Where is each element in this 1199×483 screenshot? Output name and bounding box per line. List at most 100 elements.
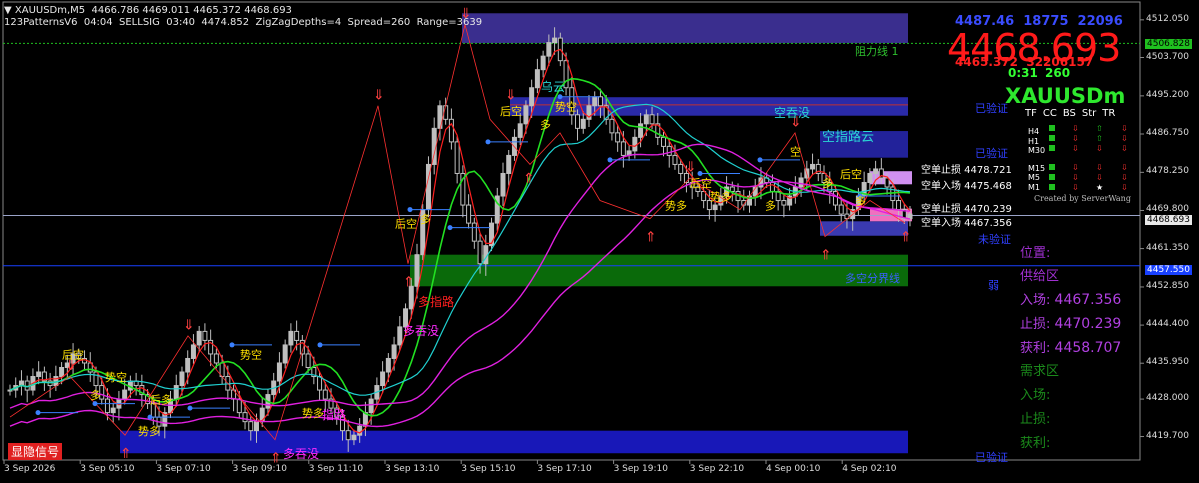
tf-status-arrow-icon: ⇩ xyxy=(1072,124,1079,133)
time-tick-label: 3 Sep 05:10 xyxy=(80,464,135,474)
verified-label-2: 已验证 xyxy=(975,147,1008,160)
signal-word: 后空 xyxy=(500,104,522,118)
buy-arrow-icon: ⇑ xyxy=(820,248,832,264)
candle-body xyxy=(810,163,816,170)
tf-status-arrow-icon: ⇩ xyxy=(1121,124,1128,133)
signal-word: 后多 xyxy=(150,393,172,407)
toggle-signal-button[interactable]: 显隐信号 xyxy=(8,443,63,460)
candle-body xyxy=(769,181,775,193)
time-tick-label: 4 Sep 02:10 xyxy=(842,464,897,474)
short-stop-2: 空单止损 4470.239 xyxy=(921,204,1012,215)
price-tick-label: 4435.950 xyxy=(1146,357,1189,368)
label-zhi-lu: 指路 xyxy=(322,408,347,422)
header-line-2: 123PatternsV6 04:04 SELLSIG 03:40 4474.8… xyxy=(4,17,483,28)
candle-body xyxy=(385,357,391,373)
candle-body xyxy=(242,412,248,423)
candle-body xyxy=(678,163,684,174)
short-stop-1: 空单止损 4478.721 xyxy=(921,165,1012,176)
verified-label-1: 已验证 xyxy=(975,102,1008,115)
candle-body xyxy=(276,362,282,382)
plot-frame xyxy=(2,1,1141,461)
resistance-label: 阻力线 1 xyxy=(855,45,899,58)
tf-status-square xyxy=(1049,145,1055,151)
chart-window: ⇓ ⇓ ⇓ ⇓ ⇓ ⇓ ⇓ ⇑ ⇑ ⇑ ⇑ ⇑ ⇑ ⇑ 后空 势空多后多 势多 势空 势多 后空多后空多势空 势多 后空势… xyxy=(0,0,1199,483)
signal-word: 多 xyxy=(822,176,833,190)
candle-body xyxy=(873,168,879,174)
profit-label: 获利: xyxy=(1020,341,1051,356)
candle-body xyxy=(294,330,300,341)
short-entry-1: 空单入场 4475.468 xyxy=(921,181,1012,192)
resistance-price-tag: 4506.828 xyxy=(1145,39,1192,49)
tf-status-arrow-icon: ★ xyxy=(1096,183,1103,192)
candle-body xyxy=(466,204,472,224)
signal-dot xyxy=(35,410,41,416)
tf-status-arrow-icon: ⇩ xyxy=(1096,163,1103,172)
candle-body xyxy=(534,69,540,89)
candle-body xyxy=(517,123,523,138)
candle-body xyxy=(592,96,598,107)
candle-body xyxy=(179,371,185,387)
candle-body xyxy=(477,240,483,265)
created-by: Created by ServerWang xyxy=(1034,194,1131,203)
stop2-label: 止损: xyxy=(1020,412,1051,427)
short-entry-2: 空单入场 4467.356 xyxy=(921,218,1012,229)
signal-dot xyxy=(757,157,763,163)
stop-label: 止损: xyxy=(1020,317,1051,332)
candle-body xyxy=(643,114,649,125)
label-duo-tun-mo: 多吞没 xyxy=(403,324,440,338)
candle-body xyxy=(397,326,403,346)
tf-status-arrow-icon: ⇩ xyxy=(1072,134,1079,143)
header-line-1: ▼ XAUUSDm,M5 4466.786 4469.011 4465.372 … xyxy=(4,5,292,16)
candle-body xyxy=(615,132,621,143)
tf-status-arrow-icon: ⇩ xyxy=(1072,144,1079,153)
signal-dot xyxy=(447,225,453,231)
signal-word: 多 xyxy=(90,388,101,402)
demand-label: 需求区 xyxy=(1020,364,1060,379)
candle-body xyxy=(632,136,638,152)
label-duo-tun-mo-2: 多吞没 xyxy=(283,447,320,461)
price-tick-label: 4428.000 xyxy=(1146,393,1189,404)
signal-dot xyxy=(229,342,235,348)
candle-body xyxy=(529,87,535,107)
tf-row-m5: M5 xyxy=(1028,173,1040,182)
candle-body xyxy=(190,344,196,359)
zigzag-line xyxy=(9,24,906,441)
time-tick-label: 4 Sep 00:10 xyxy=(766,464,821,474)
profit2-label: 获利: xyxy=(1020,436,1051,451)
buy-arrow-icon: ⇑ xyxy=(403,275,415,291)
tf-status-arrow-icon: ⇩ xyxy=(1121,173,1128,182)
candle-body xyxy=(391,344,397,359)
price-tick-label: 4419.700 xyxy=(1146,430,1189,441)
signal-dot xyxy=(607,157,613,163)
price-tick-label: 4495.200 xyxy=(1146,89,1189,100)
tf-status-square xyxy=(1049,174,1055,180)
candle-body xyxy=(248,421,254,432)
candle-body xyxy=(104,398,110,414)
ma-green xyxy=(9,77,911,417)
tf-header-row: TF CC BS Str TR xyxy=(1025,108,1115,119)
collapse-triangle-icon[interactable]: ▼ xyxy=(4,5,15,16)
signal-word: 势多 xyxy=(302,406,324,420)
candle-body xyxy=(620,141,626,156)
symbol-quote: XAUUSDm,M5 4466.786 4469.011 4465.372 44… xyxy=(14,5,292,16)
candle-body xyxy=(552,37,558,44)
tf-status-arrow-icon: ⇩ xyxy=(1072,173,1079,182)
unverified-label: 未验证 xyxy=(978,233,1011,246)
signal-dot xyxy=(697,170,703,176)
candle-body xyxy=(597,96,603,107)
candle-body xyxy=(609,118,615,134)
candle-body xyxy=(414,254,420,287)
tf-status-arrow-icon: ⇩ xyxy=(1096,173,1103,182)
price-tick-label: 4486.750 xyxy=(1146,127,1189,138)
candle-body xyxy=(523,105,529,125)
candle-body xyxy=(185,357,191,373)
price-tick-label: 4503.700 xyxy=(1146,51,1189,62)
time-tick-label: 3 Sep 11:10 xyxy=(308,464,364,474)
signal-word: 后空 xyxy=(62,347,84,361)
position-label: 位置: xyxy=(1020,246,1051,261)
signal-dot xyxy=(485,139,491,145)
tf-row-m15: M15 xyxy=(1028,163,1046,173)
tf-status-arrow-icon: ⇩ xyxy=(1121,134,1128,143)
tf-col-str: Str xyxy=(1081,108,1097,119)
candle-body xyxy=(357,425,363,436)
